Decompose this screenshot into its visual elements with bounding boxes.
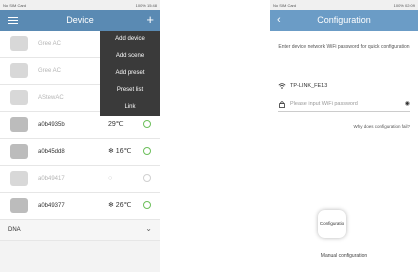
menu-item-link[interactable]: Link — [100, 99, 160, 116]
clock-text: 02:09 — [404, 2, 415, 8]
device-row[interactable]: a0b49377 ❄ 26℃ — [0, 193, 160, 220]
add-menu-dropdown: Add device Add scene Add preset Preset l… — [100, 31, 160, 116]
menu-item-preset-list[interactable]: Preset list — [100, 82, 160, 99]
menu-item-add-preset[interactable]: Add preset — [100, 65, 160, 82]
battery-text: 100% — [135, 2, 146, 8]
ac-unit-icon — [10, 117, 28, 132]
wifi-row: TP-LINK_FE13 — [278, 82, 410, 90]
eye-icon[interactable]: ◉ — [405, 100, 410, 107]
device-temp: ○ — [108, 175, 113, 182]
device-name: a0b49377 — [38, 203, 65, 209]
wifi-name: TP-LINK_FE13 — [290, 83, 328, 89]
menu-item-add-scene[interactable]: Add scene — [100, 48, 160, 65]
page-title: Configuration — [317, 15, 371, 25]
power-icon[interactable] — [143, 174, 151, 182]
ac-unit-icon — [10, 63, 28, 78]
device-name: a0b4935b — [38, 122, 65, 128]
help-link[interactable]: Why does configuration fail? — [353, 124, 410, 129]
device-name: a0b49417 — [38, 176, 65, 182]
group-name: DNA — [8, 227, 21, 233]
device-name: AStewAC — [38, 95, 64, 101]
configuration-button-label: Configuratio — [319, 221, 345, 226]
device-name: a0b45dd8 — [38, 149, 65, 155]
power-icon[interactable] — [143, 147, 151, 155]
lock-icon — [279, 101, 285, 108]
device-screen: No SIM Card 100% 15:48 Device + Gree AC … — [0, 0, 160, 272]
device-row[interactable]: a0b49417 ○ — [0, 166, 160, 193]
power-icon[interactable] — [143, 201, 151, 209]
ac-unit-icon — [10, 198, 28, 213]
ac-unit-icon — [10, 90, 28, 105]
configuration-button[interactable]: Configuratio — [318, 210, 346, 238]
device-name: Gree AC — [38, 68, 62, 74]
status-bar: No SIM Card 100% 02:09 — [270, 0, 418, 10]
password-field[interactable]: Please input WiFi password ◉ — [278, 100, 410, 112]
configuration-screen: No SIM Card 100% 02:09 ‹ Configuration E… — [270, 0, 418, 272]
device-row[interactable]: a0b4935b 29℃ — [0, 112, 160, 139]
device-name: Gree AC — [38, 41, 62, 47]
status-bar: No SIM Card 100% 15:48 — [0, 0, 160, 10]
power-icon[interactable] — [143, 120, 151, 128]
chevron-down-icon[interactable]: ⌄ — [145, 224, 152, 233]
add-plus-icon[interactable]: + — [146, 13, 154, 26]
carrier-text: No SIM Card — [273, 2, 297, 8]
clock-text: 15:48 — [146, 2, 157, 8]
instruction-text: Enter device network WiFi password for q… — [278, 44, 410, 50]
page-title: Device — [66, 15, 94, 25]
battery-text: 100% — [393, 2, 404, 8]
device-temp: ❄ 26℃ — [108, 202, 132, 209]
menu-item-add-device[interactable]: Add device — [100, 31, 160, 48]
ac-unit-icon — [10, 36, 28, 51]
app-bar: Device + — [0, 10, 160, 31]
device-temp: ❄ 16℃ — [108, 148, 132, 155]
ac-unit-icon — [10, 144, 28, 159]
group-header[interactable]: DNA ⌄ — [0, 220, 160, 241]
app-bar: ‹ Configuration — [270, 10, 418, 31]
ac-unit-icon — [10, 171, 28, 186]
manual-configuration-label[interactable]: Manual configuration — [270, 253, 418, 259]
wifi-icon — [278, 83, 286, 89]
carrier-text: No SIM Card — [3, 2, 27, 8]
device-row[interactable]: a0b45dd8 ❄ 16℃ — [0, 139, 160, 166]
password-input[interactable]: Please input WiFi password — [290, 101, 358, 107]
